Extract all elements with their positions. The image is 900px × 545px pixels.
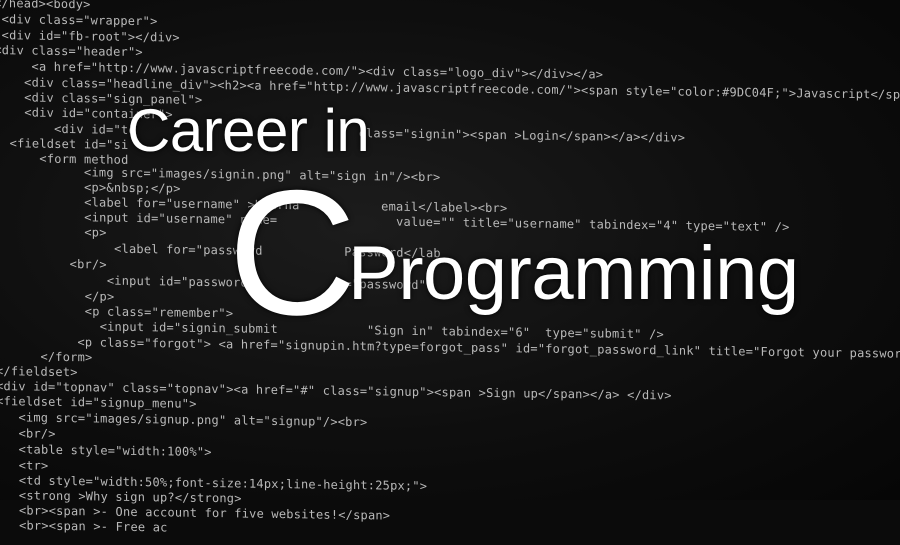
code-line: </p> [0,288,115,304]
code-line: <tr> [0,458,49,473]
code-line: <div class="header"> [0,43,143,60]
code-line: <p>&nbsp;</p> [0,179,181,196]
code-line: <br/> [0,256,107,272]
code-line: <fieldset id="si [0,136,129,152]
code-line: </fieldset> [0,364,78,380]
code-line: <div id="fb-root"></div> [0,28,180,45]
code-line: <div class="wrapper"> [0,12,158,29]
code-line: <br><span >- Free ac [0,518,168,535]
code-line: <table style="width:100%"> [0,442,212,460]
code-line: <fieldset id="signup_menu"> [0,394,197,411]
code-line: <p> [0,224,107,240]
code-line: </form> [0,349,93,365]
title-programming: Programming [348,231,799,316]
code-line: </head><body> [0,0,91,12]
code-line: <br/> [0,426,56,441]
title-letter-c: C [228,153,357,352]
